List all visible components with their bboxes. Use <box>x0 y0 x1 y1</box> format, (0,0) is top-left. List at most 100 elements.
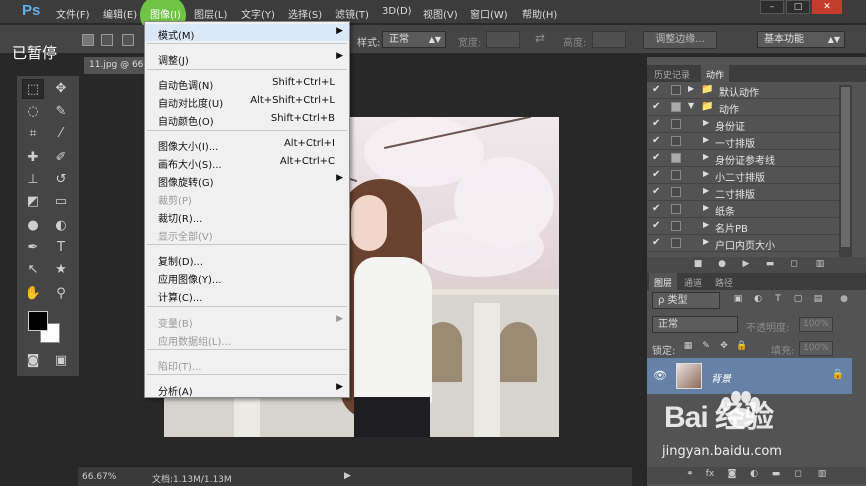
expand-arrow-icon[interactable]: ▶ <box>703 135 709 144</box>
tab-channels[interactable]: 通道 <box>679 273 707 290</box>
marquee-tool-icon[interactable]: ⬚ <box>22 79 44 99</box>
close-button[interactable]: ✕ <box>812 0 842 14</box>
blur-tool-icon[interactable]: ● <box>22 216 44 236</box>
action-item[interactable]: ✔ ▶ 户口内页大小 <box>647 235 839 252</box>
new-set-icon[interactable]: ▬ <box>763 259 777 271</box>
adjustment-icon[interactable]: ◐ <box>747 469 761 481</box>
crop-tool-icon[interactable]: ⌗ <box>22 124 44 144</box>
type-filter-icon[interactable]: T <box>771 294 785 306</box>
menu-file[interactable]: 文件(F) <box>56 6 90 21</box>
fill-input[interactable]: 100% <box>799 341 833 356</box>
opacity-input[interactable]: 100% <box>799 317 833 332</box>
trash-icon[interactable]: ▥ <box>813 259 827 271</box>
lock-transparent-icon[interactable]: ▦ <box>681 341 695 353</box>
type-tool-icon[interactable]: T <box>50 238 72 258</box>
zoom-tool-icon[interactable]: ⚲ <box>50 284 72 304</box>
smart-filter-icon[interactable]: ▤ <box>811 294 825 306</box>
dialog-toggle[interactable] <box>671 136 681 146</box>
check-icon[interactable]: ✔ <box>652 152 660 163</box>
check-icon[interactable]: ✔ <box>652 203 660 214</box>
dialog-toggle[interactable] <box>671 238 681 248</box>
shape-filter-icon[interactable]: ▢ <box>791 294 805 306</box>
check-icon[interactable]: ✔ <box>652 84 660 95</box>
eraser-tool-icon[interactable]: ◩ <box>22 192 44 212</box>
tab-actions[interactable]: 动作 <box>701 65 730 82</box>
path-select-icon[interactable]: ↖ <box>22 260 44 280</box>
width-input[interactable] <box>486 31 520 48</box>
menu-item-auto-tone[interactable]: 自动色调(N) Shift+Ctrl+L <box>145 74 349 92</box>
check-icon[interactable]: ✔ <box>652 237 660 248</box>
menu-edit[interactable]: 编辑(E) <box>103 6 137 21</box>
action-item[interactable]: ✔ ▶ 身份证参考线 <box>647 150 839 167</box>
pen-tool-icon[interactable]: ✒ <box>22 238 44 258</box>
group-icon[interactable]: ▬ <box>769 469 783 481</box>
fx-icon[interactable]: fx <box>703 469 717 481</box>
dialog-toggle[interactable] <box>671 153 681 163</box>
menu-item-apply-image[interactable]: 应用图像(Y)... <box>145 268 349 286</box>
status-menu-icon[interactable]: ▶ <box>344 471 351 481</box>
dialog-toggle[interactable] <box>671 102 681 112</box>
record-icon[interactable]: ● <box>715 259 729 271</box>
gradient-tool-icon[interactable]: ▭ <box>50 192 72 212</box>
stamp-tool-icon[interactable]: ⊥ <box>22 170 44 190</box>
expand-arrow-icon[interactable]: ▶ <box>703 152 709 161</box>
mask-icon[interactable]: ◙ <box>725 469 739 481</box>
eyedropper-icon[interactable]: ⁄ <box>50 124 72 144</box>
menu-item-analysis[interactable]: 分析(A) ▶ <box>145 380 349 398</box>
blend-mode-select[interactable]: 正常 <box>652 316 738 333</box>
lock-all-icon[interactable]: 🔒 <box>735 341 749 353</box>
eye-icon[interactable]: 👁 <box>653 369 667 382</box>
dialog-toggle[interactable] <box>671 119 681 129</box>
quick-select-icon[interactable]: ✎ <box>50 102 72 122</box>
menu-layer[interactable]: 图层(L) <box>194 6 227 21</box>
tab-paths[interactable]: 路径 <box>710 273 738 290</box>
screen-mode-icon[interactable]: ▣ <box>50 351 72 371</box>
menu-item-auto-color[interactable]: 自动颜色(O) Shift+Ctrl+B <box>145 110 349 128</box>
dialog-toggle[interactable] <box>671 187 681 197</box>
menu-select[interactable]: 选择(S) <box>288 6 322 21</box>
action-item[interactable]: ✔ ▶ 二寸排版 <box>647 184 839 201</box>
dialog-toggle[interactable] <box>671 204 681 214</box>
new-selection-icon[interactable] <box>82 34 94 46</box>
trash-icon[interactable]: ▥ <box>815 469 829 481</box>
adjustment-filter-icon[interactable]: ◐ <box>751 294 765 306</box>
maximize-button[interactable]: □ <box>786 0 810 14</box>
menu-view[interactable]: 视图(V) <box>423 6 458 21</box>
expand-arrow-icon[interactable]: ▶ <box>703 220 709 229</box>
document-tab[interactable]: 11.jpg @ 66 <box>84 57 146 74</box>
check-icon[interactable]: ✔ <box>652 220 660 231</box>
menu-item-auto-contrast[interactable]: 自动对比度(U) Alt+Shift+Ctrl+L <box>145 92 349 110</box>
lock-pixels-icon[interactable]: ✎ <box>699 341 713 353</box>
brush-tool-icon[interactable]: ✐ <box>50 148 72 168</box>
layer-background[interactable]: 👁 背景 🔒 <box>647 358 852 394</box>
swap-icon[interactable]: ⇄ <box>535 31 545 45</box>
quick-mask-icon[interactable]: ◙ <box>22 351 44 371</box>
action-item[interactable]: ✔ ▶ 名片PB <box>647 218 839 235</box>
expand-arrow-icon[interactable]: ▶ <box>703 237 709 246</box>
hand-tool-icon[interactable]: ✋ <box>22 284 44 304</box>
expand-arrow-icon[interactable]: ▶ <box>703 118 709 127</box>
image-filter-icon[interactable]: ▣ <box>731 294 745 306</box>
foreground-color-swatch[interactable] <box>28 311 48 331</box>
shape-tool-icon[interactable]: ★ <box>50 260 72 280</box>
menu-window[interactable]: 窗口(W) <box>470 6 508 21</box>
minimize-button[interactable]: – <box>760 0 784 14</box>
expand-arrow-icon[interactable]: ▶ <box>703 186 709 195</box>
play-icon[interactable]: ▶ <box>739 259 753 271</box>
menu-item-canvas-size[interactable]: 画布大小(S)... Alt+Ctrl+C <box>145 153 349 171</box>
action-item[interactable]: ✔ ▶ 一寸排版 <box>647 133 839 150</box>
subtract-selection-icon[interactable] <box>122 34 134 46</box>
expand-arrow-icon[interactable]: ▶ <box>703 169 709 178</box>
check-icon[interactable]: ✔ <box>652 101 660 112</box>
menu-item-adjust[interactable]: 调整(J) ▶ <box>145 49 349 67</box>
height-input[interactable] <box>592 31 626 48</box>
menu-image[interactable]: 图像(I) <box>150 6 181 21</box>
check-icon[interactable]: ✔ <box>652 135 660 146</box>
menu-item-duplicate[interactable]: 复制(D)... <box>145 250 349 268</box>
workspace-select[interactable]: 基本功能 ▲▼ <box>757 31 845 48</box>
action-item[interactable]: ✔ ▶ 身份证 <box>647 116 839 133</box>
menu-help[interactable]: 帮助(H) <box>522 6 557 21</box>
stop-icon[interactable]: ■ <box>691 259 705 271</box>
new-action-icon[interactable]: ◻ <box>787 259 801 271</box>
healing-brush-icon[interactable]: ✚ <box>22 148 44 168</box>
